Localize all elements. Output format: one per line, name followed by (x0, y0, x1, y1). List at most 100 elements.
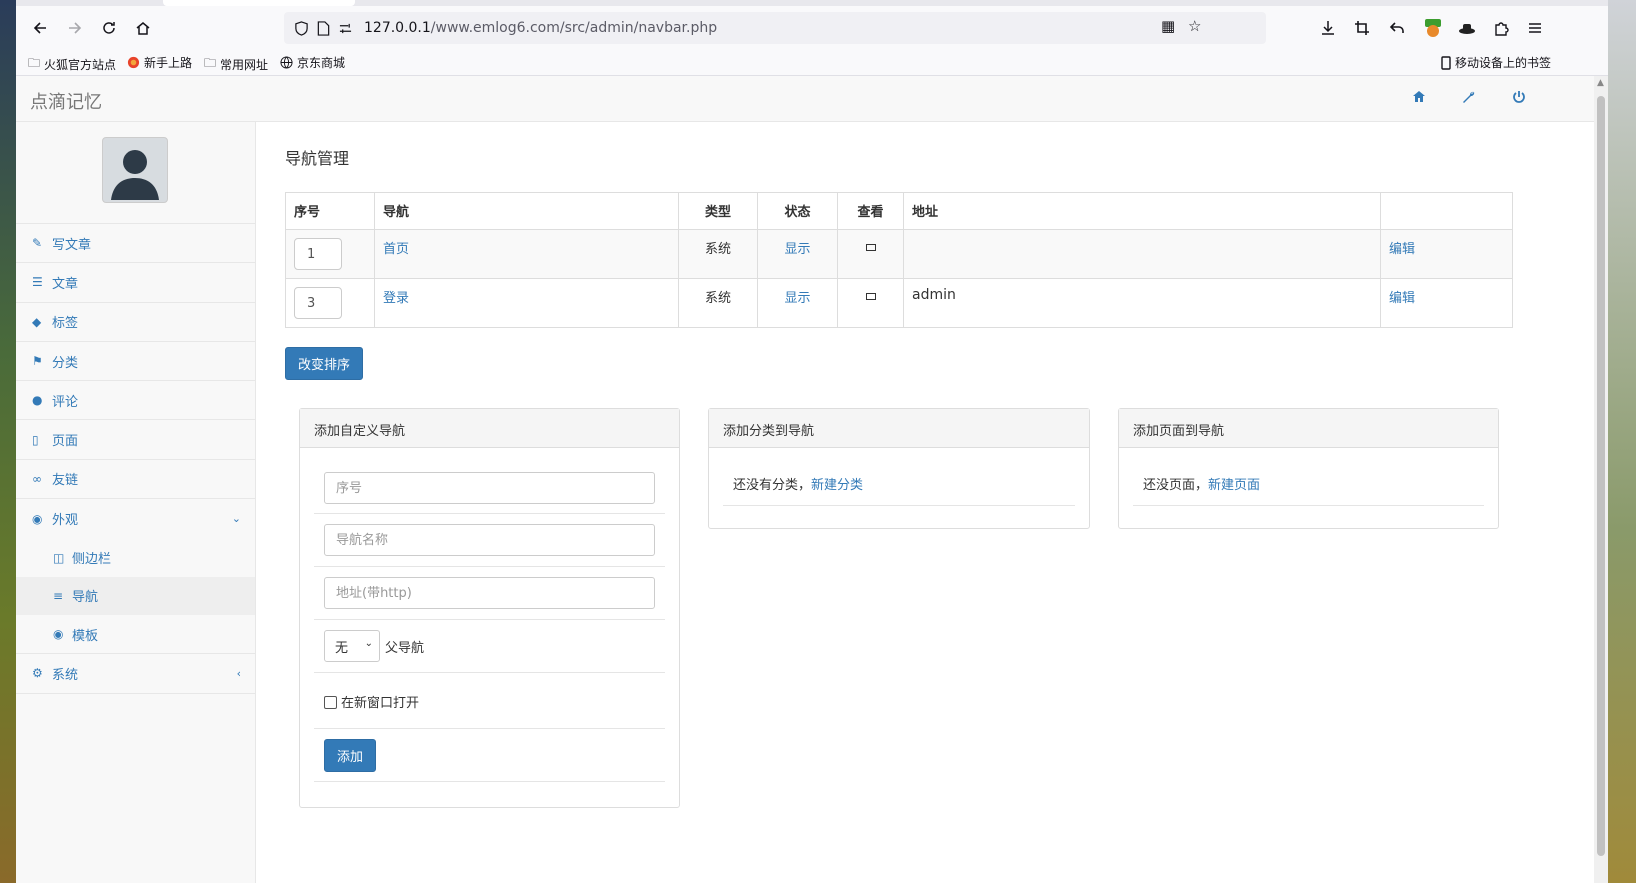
form-row: 添加 (314, 729, 665, 782)
scroll-up-arrow-icon[interactable]: ▲ (1597, 78, 1604, 88)
page-nav-panel: 添加页面到导航 还没页面，新建页面 (1118, 408, 1499, 529)
window-icon[interactable] (865, 293, 876, 300)
forward-button[interactable] (59, 12, 91, 44)
sidebar-item-templates[interactable]: ◉ 模板 (16, 615, 255, 653)
change-order-button[interactable]: 改变排序 (285, 347, 364, 380)
undo-button[interactable] (1381, 12, 1413, 44)
sidebar-item-articles[interactable]: ☰ 文章 (16, 263, 255, 303)
bookmark-item[interactable]: 新手上路 (127, 54, 192, 71)
bookmark-item[interactable]: 🗀 火狐官方站点 (28, 54, 116, 75)
column-header: 类型 (678, 192, 758, 230)
nav-name-link[interactable]: 首页 (383, 242, 409, 257)
type-cell: 系统 (678, 229, 758, 279)
sidebar-item-navbar[interactable]: ≡ 导航 (16, 576, 255, 615)
back-button[interactable] (24, 12, 56, 44)
sidebar-item-tags[interactable]: ◆ 标签 (16, 303, 255, 342)
mobile-device-icon (1441, 55, 1451, 70)
star-icon[interactable]: ☆ (1188, 17, 1201, 35)
site-brand[interactable]: 点滴记忆 (30, 88, 102, 114)
column-header: 状态 (757, 192, 838, 230)
sidebar: ✎ 写文章 ☰ 文章 ◆ 标签 ⚑ 分类 ● 评论 ▯ 页面 ∞ 友链 ◉ 外观… (16, 122, 256, 883)
window-icon[interactable] (865, 244, 876, 251)
sidebar-item-links[interactable]: ∞ 友链 (16, 460, 255, 500)
menu-button[interactable] (1519, 12, 1551, 44)
table-row: 首页 系统 显示 编辑 (285, 229, 1513, 279)
gear-icon: ⚙ (32, 666, 43, 681)
sidebar-item-widgets[interactable]: ◫ 侧边栏 (16, 538, 255, 576)
url-text[interactable]: 127.0.0.1/www.emlog6.com/src/admin/navba… (364, 20, 717, 36)
address-bar[interactable]: 127.0.0.1/www.emlog6.com/src/admin/navba… (284, 12, 1266, 44)
hat-icon (1459, 24, 1475, 34)
nav-name-link[interactable]: 登录 (383, 291, 409, 306)
folder-icon: 🗀 (28, 56, 41, 70)
avatar[interactable] (102, 137, 168, 203)
order-input[interactable] (294, 287, 342, 319)
name-cell: 登录 (374, 278, 679, 328)
empty-message: 还没有分类，新建分类 (723, 448, 1075, 506)
tags-icon: ◆ (32, 314, 42, 329)
edit-link[interactable]: 编辑 (1389, 242, 1415, 257)
parent-nav-select[interactable]: 无 ⌄ (324, 630, 380, 662)
folder-icon: 🗀 (204, 56, 217, 70)
mobile-bookmarks[interactable]: 移动设备上的书签 (1441, 54, 1551, 71)
edit-icon: ✎ (32, 236, 43, 251)
table-header-row: 序号 导航 类型 状态 查看 地址 (285, 192, 1513, 230)
sidebar-item-write[interactable]: ✎ 写文章 (16, 224, 255, 264)
sidebar-item-pages[interactable]: ▯ 页面 (16, 420, 255, 460)
status-link[interactable]: 显示 (784, 291, 810, 306)
view-cell (837, 278, 904, 328)
status-link[interactable]: 显示 (784, 242, 810, 257)
globe-icon (280, 56, 293, 69)
sidebar-item-appearance[interactable]: ◉ 外观 ⌄ (16, 499, 255, 538)
wrench-icon[interactable] (1462, 90, 1476, 108)
bookmark-item[interactable]: 京东商城 (280, 54, 345, 71)
download-button[interactable] (1312, 12, 1344, 44)
burp-extension-icon (1425, 19, 1441, 37)
screenshot-button[interactable] (1346, 12, 1378, 44)
download-icon (1322, 21, 1334, 35)
bars-icon: ≡ (53, 588, 64, 603)
new-category-link[interactable]: 新建分类 (811, 478, 863, 493)
panel-body: 还没有分类，新建分类 (709, 448, 1089, 506)
order-field[interactable] (324, 472, 655, 504)
hat-extension-button[interactable] (1451, 12, 1483, 44)
add-button[interactable]: 添加 (324, 739, 377, 772)
chevron-down-icon: ⌄ (364, 638, 373, 649)
name-cell: 首页 (374, 229, 679, 279)
panel-title: 添加自定义导航 (300, 409, 679, 448)
panel-body: 还没页面，新建页面 (1119, 448, 1498, 506)
page-scrollbar[interactable]: ▲ (1594, 76, 1608, 883)
page-title: 导航管理 (285, 149, 350, 168)
bookmark-item[interactable]: 🗀 常用网址 (204, 54, 268, 75)
order-cell (285, 229, 375, 279)
new-window-checkbox[interactable] (324, 696, 337, 709)
extensions-button[interactable] (1485, 12, 1517, 44)
burp-extension-button[interactable] (1417, 12, 1449, 44)
status-cell: 显示 (757, 278, 838, 328)
home-icon (136, 22, 150, 35)
app-header: 点滴记忆 (16, 76, 1594, 122)
edit-link[interactable]: 编辑 (1389, 291, 1415, 306)
column-header: 查看 (837, 192, 904, 230)
nav-name-field[interactable] (324, 524, 655, 556)
sidebar-item-categories[interactable]: ⚑ 分类 (16, 342, 255, 382)
shield-icon[interactable] (290, 17, 312, 39)
hamburger-icon (1529, 23, 1541, 33)
new-page-link[interactable]: 新建页面 (1208, 478, 1260, 493)
qr-code-icon[interactable]: ▦ (1161, 17, 1175, 35)
reload-button[interactable] (93, 12, 125, 44)
url-field[interactable] (324, 577, 655, 609)
scrollbar-thumb[interactable] (1597, 96, 1605, 856)
home-button[interactable] (127, 12, 159, 44)
home-icon[interactable] (1412, 90, 1426, 107)
form-row: 无 ⌄ 父导航 (314, 620, 665, 673)
address-cell (903, 229, 1381, 279)
view-cell (837, 229, 904, 279)
power-icon[interactable] (1512, 90, 1526, 108)
connection-icon[interactable] (334, 17, 356, 39)
order-input[interactable] (294, 238, 342, 270)
sidebar-item-system[interactable]: ⚙ 系统 ‹ (16, 654, 255, 694)
navigation-toolbar: 127.0.0.1/www.emlog6.com/src/admin/navba… (16, 6, 1608, 50)
sidebar-item-comments[interactable]: ● 评论 (16, 381, 255, 421)
column-header: 导航 (374, 192, 679, 230)
